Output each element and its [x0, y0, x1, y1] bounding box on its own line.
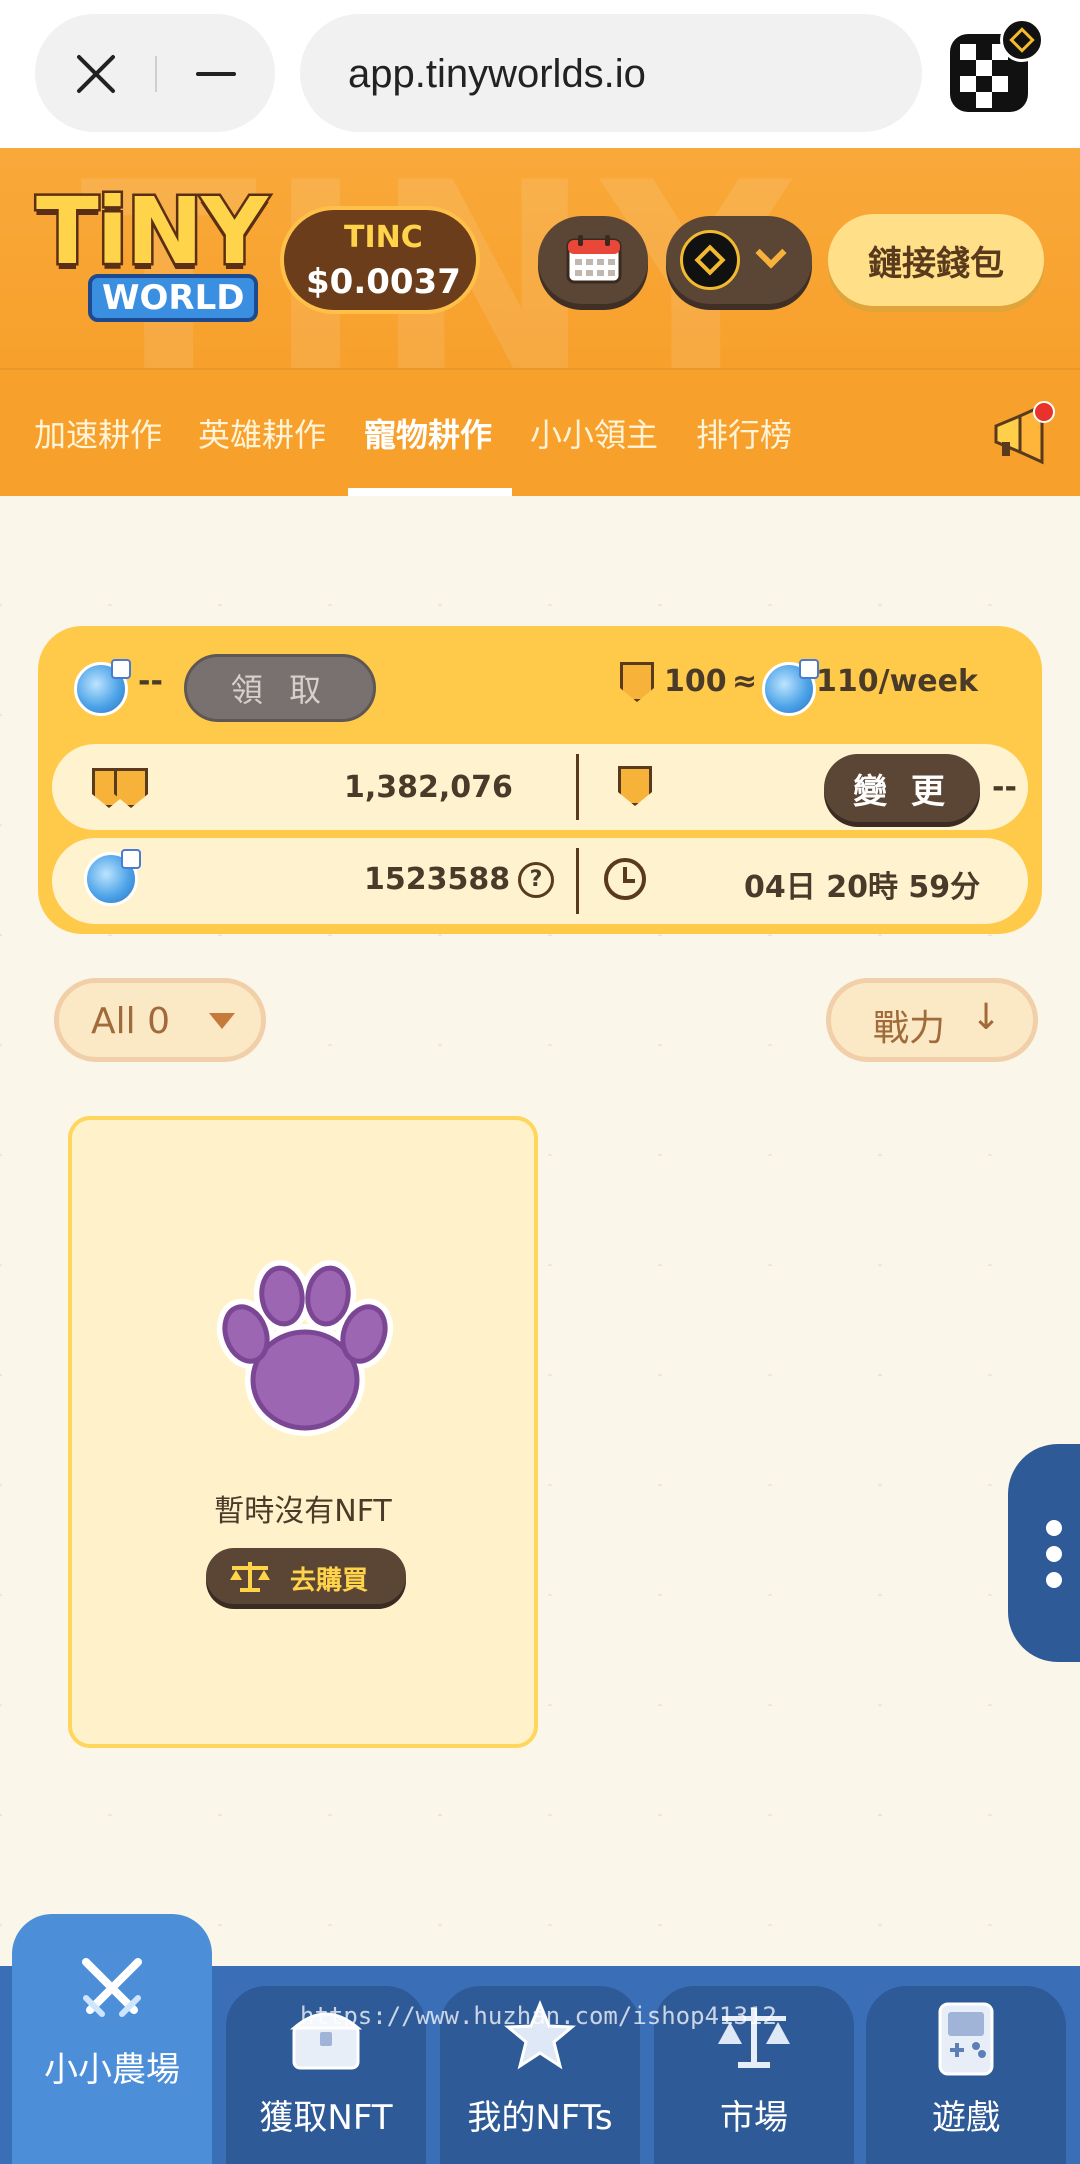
bottom-nav-games[interactable]: 遊戲: [866, 1986, 1066, 2164]
power-shield-icon: [620, 662, 654, 702]
power-per-unit: 100: [664, 664, 727, 699]
countdown: 04日 20時 59分: [744, 870, 981, 905]
tiny-world-logo[interactable]: TiNY WORLD: [34, 176, 306, 328]
connect-wallet-button[interactable]: 鏈接錢包: [828, 214, 1044, 306]
tab-leaderboard[interactable]: 排行榜: [696, 410, 792, 456]
crossed-swords-icon: [82, 1958, 142, 2017]
claim-button[interactable]: 領 取: [184, 654, 376, 722]
gameboy-icon: [938, 2002, 994, 2076]
clock-icon: [604, 858, 646, 900]
minimize-icon[interactable]: [196, 72, 236, 76]
tab-tiny-lord[interactable]: 小小領主: [530, 410, 658, 456]
bottom-nav-label: 小小農場: [44, 2050, 180, 2090]
bottom-nav-label: 我的NFTs: [467, 2098, 613, 2138]
token-price-pill: TINC $0.0037: [280, 206, 480, 314]
sort-label: 戰力: [873, 1008, 946, 1049]
go-buy-button[interactable]: 去購買: [206, 1548, 406, 1604]
total-power-shield-icon: [114, 768, 148, 808]
total-power: 1,382,076: [344, 770, 513, 805]
more-dot-icon: [1046, 1572, 1062, 1588]
calendar-icon: [566, 235, 622, 284]
token-price: $0.0037: [306, 262, 461, 302]
farming-stats-card: -- 領 取 100 ≈ 110/week 1,382,076 變 更 -- 1…: [38, 626, 1042, 934]
row-divider: [576, 754, 579, 820]
tab-pet-farming[interactable]: 寵物耕作: [364, 410, 492, 456]
empty-nft-card: 暫時沒有NFT 去購買: [68, 1116, 538, 1748]
bottom-nav-label: 市場: [720, 2098, 788, 2138]
pool-row: 1523588 ? 04日 20時 59分: [52, 838, 1028, 924]
potion-icon: [74, 659, 131, 716]
game-header: TINY TiNY WORLD TINC $0.0037 鏈接錢包: [0, 148, 1080, 368]
bnb-chain-icon: [680, 230, 740, 290]
scale-icon: [230, 1562, 270, 1592]
my-power-shield-icon: [618, 766, 652, 806]
empty-message: 暫時沒有NFT: [214, 1494, 392, 1529]
logo-title: TiNY: [34, 176, 271, 288]
chain-selector[interactable]: [666, 216, 812, 304]
close-icon[interactable]: [72, 50, 120, 98]
caret-down-icon: [209, 1013, 235, 1029]
token-label: TINC: [344, 220, 423, 255]
go-buy-label: 去購買: [290, 1566, 369, 1596]
bottom-nav-farm[interactable]: 小小農場: [12, 1914, 212, 2164]
potion-icon: [84, 849, 141, 906]
row-divider: [576, 848, 579, 914]
address-bar[interactable]: app.tinyworlds.io: [300, 14, 922, 132]
filter-dropdown[interactable]: All 0: [54, 978, 266, 1062]
filter-label: All 0: [91, 1001, 170, 1042]
more-dot-icon: [1046, 1546, 1062, 1562]
farming-tabs: 加速耕作 英雄耕作 寵物耕作 小小領主 排行榜: [0, 368, 1080, 498]
bottom-nav-label: 獲取NFT: [259, 2098, 393, 2138]
megaphone-icon[interactable]: [990, 400, 1056, 466]
browser-bar: app.tinyworlds.io: [0, 0, 1080, 148]
power-row: 1,382,076 變 更 --: [52, 744, 1028, 830]
pool-amount: 1523588: [364, 862, 511, 897]
my-power: --: [992, 770, 1017, 805]
chevron-down-icon: [755, 237, 787, 269]
side-more-menu[interactable]: [1008, 1444, 1080, 1662]
binance-badge-icon: [1000, 18, 1044, 62]
help-icon[interactable]: ?: [518, 862, 554, 898]
tab-hero-farming[interactable]: 英雄耕作: [198, 410, 326, 456]
logo-subtitle: WORLD: [88, 274, 259, 322]
sort-button[interactable]: 戰力 ↓: [826, 978, 1038, 1062]
watermark-text: https://www.huzhan.com/ishop41312: [300, 2002, 777, 2030]
tab-speed-farming[interactable]: 加速耕作: [34, 410, 162, 456]
pending-reward: --: [138, 664, 163, 699]
bottom-nav-label: 遊戲: [932, 2098, 1000, 2138]
calendar-button[interactable]: [538, 216, 648, 304]
potion-icon: [762, 659, 819, 716]
change-button[interactable]: 變 更: [824, 754, 980, 822]
sort-arrow-icon: ↓: [971, 997, 1002, 1038]
reward-rate: 110/week: [816, 664, 978, 699]
approx-sign: ≈: [732, 664, 758, 699]
controls-divider: [155, 56, 157, 92]
paw-icon: [216, 1260, 394, 1436]
url-text: app.tinyworlds.io: [348, 52, 646, 96]
more-dot-icon: [1046, 1520, 1062, 1536]
